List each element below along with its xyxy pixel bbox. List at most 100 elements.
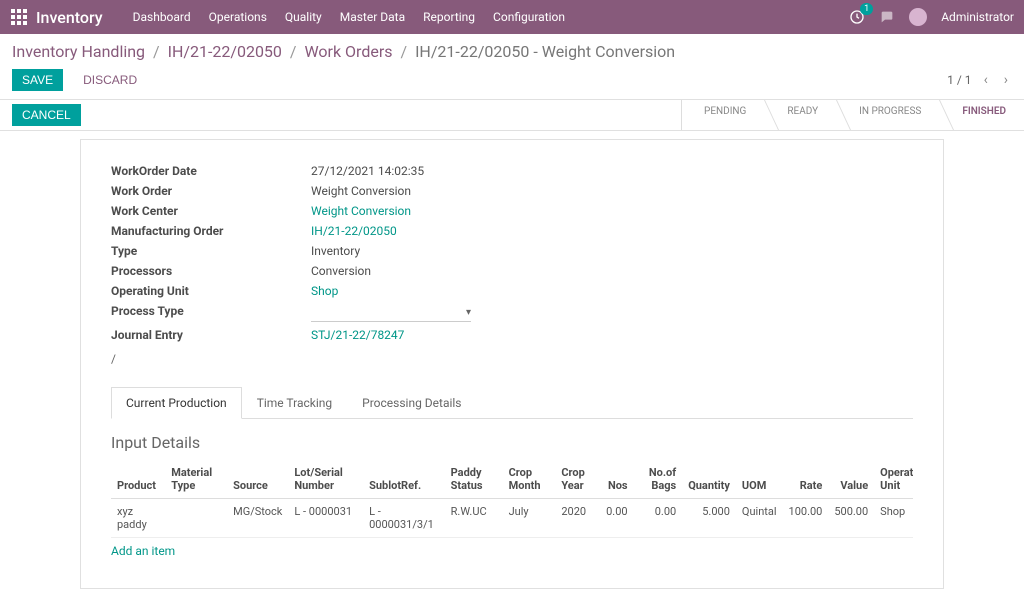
value-type: Inventory [311, 244, 711, 258]
clock-icon[interactable]: 1 [849, 9, 865, 25]
tab-processing-details[interactable]: Processing Details [347, 387, 476, 419]
th-quantity[interactable]: Quantity [682, 460, 736, 499]
cell-crop-year[interactable]: 2020 [555, 499, 600, 538]
cell-crop-month[interactable]: July [503, 499, 556, 538]
cell-paddy-status[interactable]: R.W.UC [445, 499, 503, 538]
input-details-table: Product Material Type Source Lot/Serial … [111, 460, 913, 538]
cell-bags[interactable]: 0.00 [634, 499, 683, 538]
th-rate[interactable]: Rate [783, 460, 829, 499]
menu-reporting[interactable]: Reporting [423, 10, 475, 24]
status-row: CANCEL PENDING READY IN PROGRESS FINISHE… [0, 99, 1024, 131]
notif-badge: 1 [860, 3, 873, 15]
menu-operations[interactable]: Operations [209, 10, 267, 24]
top-menu: Dashboard Operations Quality Master Data… [133, 10, 565, 24]
chat-icon[interactable] [879, 9, 895, 25]
pager-prev[interactable]: ‹ [980, 70, 992, 90]
th-material-type[interactable]: Material Type [165, 460, 227, 499]
menu-quality[interactable]: Quality [285, 10, 322, 24]
th-source[interactable]: Source [227, 460, 288, 499]
cell-rate[interactable]: 100.00 [783, 499, 829, 538]
table-row[interactable]: xyz paddy MG/Stock L - 0000031 L - 00000… [111, 499, 913, 538]
th-uom[interactable]: UOM [736, 460, 783, 499]
label-type: Type [111, 244, 301, 258]
pager-text: 1 / 1 [947, 73, 971, 87]
th-bags[interactable]: No.of Bags [634, 460, 683, 499]
th-ou[interactable]: Operating Unit [874, 460, 913, 499]
cell-sublot[interactable]: L - 0000031/3/1 [363, 499, 445, 538]
cancel-button[interactable]: CANCEL [12, 104, 81, 126]
cell-uom[interactable]: Quintal [736, 499, 783, 538]
caret-down-icon: ▾ [466, 307, 471, 318]
value-workorder-date: 27/12/2021 14:02:35 [311, 164, 711, 178]
process-type-select[interactable]: ▾ [311, 304, 471, 322]
label-work-order: Work Order [111, 184, 301, 198]
th-nos[interactable]: Nos [600, 460, 633, 499]
slash-label: / [111, 352, 913, 366]
th-product[interactable]: Product [111, 460, 165, 499]
menu-master-data[interactable]: Master Data [340, 10, 405, 24]
th-lot[interactable]: Lot/Serial Number [288, 460, 363, 499]
avatar[interactable] [909, 8, 927, 26]
cell-ou[interactable]: Shop [874, 499, 913, 538]
menu-configuration[interactable]: Configuration [493, 10, 565, 24]
th-crop-month[interactable]: Crop Month [503, 460, 556, 499]
breadcrumb: Inventory Handling / IH/21-22/02050 / Wo… [12, 42, 675, 61]
app-brand[interactable]: Inventory [36, 8, 103, 27]
cell-quantity[interactable]: 5.000 [682, 499, 736, 538]
label-operating-unit: Operating Unit [111, 284, 301, 298]
topbar: Inventory Dashboard Operations Quality M… [0, 0, 1024, 34]
crumb-sep: / [149, 42, 164, 61]
cell-product[interactable]: xyz paddy [111, 499, 165, 538]
crumb-current: IH/21-22/02050 - Weight Conversion [415, 42, 675, 61]
th-sublot[interactable]: SublotRef. [363, 460, 445, 499]
label-workorder-date: WorkOrder Date [111, 164, 301, 178]
table-header-row: Product Material Type Source Lot/Serial … [111, 460, 913, 499]
value-work-center[interactable]: Weight Conversion [311, 204, 711, 218]
value-process-type[interactable]: ▾ [311, 304, 711, 322]
value-journal-entry[interactable]: STJ/21-22/78247 [311, 328, 711, 342]
th-value[interactable]: Value [828, 460, 874, 499]
th-paddy-status[interactable]: Paddy Status [445, 460, 503, 499]
value-work-order: Weight Conversion [311, 184, 711, 198]
action-bar: SAVE DISCARD 1 / 1 ‹ › [0, 65, 1024, 99]
value-processors: Conversion [311, 264, 711, 278]
cell-nos[interactable]: 0.00 [600, 499, 633, 538]
cell-value[interactable]: 500.00 [828, 499, 874, 538]
crumb-sep: / [286, 42, 301, 61]
label-process-type: Process Type [111, 304, 301, 322]
crumb-sep: / [396, 42, 411, 61]
tabs: Current Production Time Tracking Process… [111, 386, 913, 419]
input-details-title: Input Details [111, 433, 913, 452]
apps-icon[interactable] [10, 8, 28, 26]
label-manufacturing-order: Manufacturing Order [111, 224, 301, 238]
breadcrumb-bar: Inventory Handling / IH/21-22/02050 / Wo… [0, 34, 1024, 65]
add-item-link[interactable]: Add an item [111, 538, 913, 564]
save-button[interactable]: SAVE [12, 69, 63, 91]
status-pending[interactable]: PENDING [681, 100, 764, 130]
cell-material-type[interactable] [165, 499, 227, 538]
status-steps: PENDING READY IN PROGRESS FINISHED [681, 100, 1024, 130]
discard-button[interactable]: DISCARD [73, 69, 147, 91]
user-name[interactable]: Administrator [941, 10, 1014, 24]
topbar-right: 1 Administrator [849, 8, 1014, 26]
crumb-work-orders[interactable]: Work Orders [304, 42, 392, 61]
value-operating-unit[interactable]: Shop [311, 284, 711, 298]
label-processors: Processors [111, 264, 301, 278]
tab-time-tracking[interactable]: Time Tracking [242, 387, 347, 419]
crumb-inventory-handling[interactable]: Inventory Handling [12, 42, 145, 61]
tab-current-production[interactable]: Current Production [111, 387, 242, 419]
th-crop-year[interactable]: Crop Year [555, 460, 600, 499]
form-sheet: WorkOrder Date 27/12/2021 14:02:35 Work … [80, 139, 944, 589]
value-manufacturing-order[interactable]: IH/21-22/02050 [311, 224, 711, 238]
pager: 1 / 1 ‹ › [947, 70, 1012, 90]
form-fields: WorkOrder Date 27/12/2021 14:02:35 Work … [111, 164, 711, 342]
menu-dashboard[interactable]: Dashboard [133, 10, 191, 24]
label-work-center: Work Center [111, 204, 301, 218]
status-in-progress[interactable]: IN PROGRESS [836, 100, 939, 130]
pager-next[interactable]: › [1000, 70, 1012, 90]
label-journal-entry: Journal Entry [111, 328, 301, 342]
input-details-table-wrap: Product Material Type Source Lot/Serial … [111, 460, 913, 538]
cell-source[interactable]: MG/Stock [227, 499, 288, 538]
crumb-ih-ref[interactable]: IH/21-22/02050 [168, 42, 282, 61]
cell-lot[interactable]: L - 0000031 [288, 499, 363, 538]
